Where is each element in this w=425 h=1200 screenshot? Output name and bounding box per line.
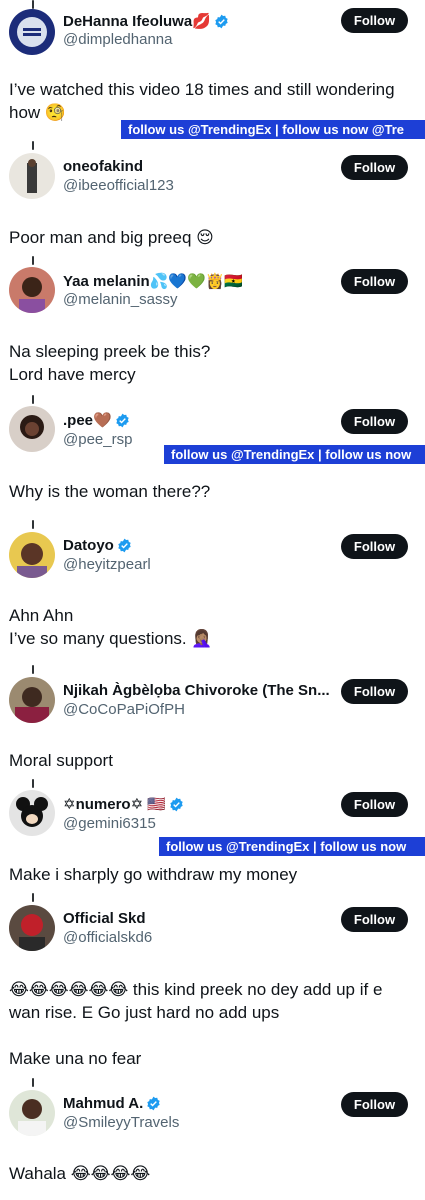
tweet-text: Make i sharply go withdraw my money	[9, 865, 298, 884]
verified-badge-icon	[116, 413, 129, 427]
follow-button[interactable]: Follow	[341, 679, 408, 704]
display-name[interactable]: ✡numero✡ 🇺🇸	[63, 795, 184, 813]
tweet-text: Wahala 😂😂😂😂	[9, 1164, 151, 1183]
promo-banner: follow us @TrendingEx | follow us now	[164, 445, 425, 464]
verified-badge-icon	[118, 538, 131, 553]
follow-button[interactable]: Follow	[341, 907, 408, 932]
thread-line	[32, 665, 34, 674]
tweet-text: I’ve watched this video 18 times and sti…	[9, 80, 395, 122]
follow-button[interactable]: Follow	[341, 8, 408, 33]
display-name[interactable]: Mahmud A.	[63, 1095, 161, 1112]
verified-badge-icon	[170, 797, 183, 811]
user-handle[interactable]: @gemini6315	[63, 815, 156, 832]
verified-badge-icon	[147, 1096, 160, 1111]
follow-button[interactable]: Follow	[341, 1092, 408, 1117]
avatar[interactable]	[9, 1090, 55, 1136]
user-handle[interactable]: @ibeeofficial123	[63, 177, 174, 194]
tweet-text: Na sleeping preek be this? Lord have mer…	[9, 342, 211, 384]
user-handle[interactable]: @heyitzpearl	[63, 556, 151, 573]
promo-banner: follow us @TrendingEx | follow us now @T…	[121, 120, 425, 139]
avatar[interactable]	[9, 153, 55, 199]
user-handle[interactable]: @officialskd6	[63, 929, 152, 946]
tweet-text: Poor man and big preeq 😌	[9, 228, 214, 247]
user-handle[interactable]: @CoCoPaPiOfPH	[63, 701, 185, 718]
display-name[interactable]: Official Skd	[63, 910, 146, 927]
tweet-text: 😂😂😂😂😂😂 this kind preek no dey add up if …	[9, 980, 383, 1068]
avatar[interactable]	[9, 677, 55, 723]
follow-button[interactable]: Follow	[341, 792, 408, 817]
follow-button[interactable]: Follow	[341, 155, 408, 180]
follow-button[interactable]: Follow	[341, 534, 408, 559]
thread-line	[32, 520, 34, 529]
tweet-text: Moral support	[9, 751, 113, 770]
avatar[interactable]	[9, 406, 55, 452]
display-name-text: .pee🤎	[63, 412, 112, 429]
thread-line	[32, 141, 34, 150]
user-handle[interactable]: @melanin_sassy	[63, 291, 177, 308]
display-name-text: Njikah Àgbèlọba Chivoroke (The Sn...	[63, 682, 330, 699]
tweet-text: Why is the woman there??	[9, 482, 211, 501]
display-name-text: ✡numero✡ 🇺🇸	[63, 796, 166, 813]
thread-line	[32, 893, 34, 902]
avatar[interactable]	[9, 790, 55, 836]
user-handle[interactable]: @dimpledhanna	[63, 31, 172, 48]
user-handle[interactable]: @SmileyyTravels	[63, 1114, 179, 1131]
display-name-text: Mahmud A.	[63, 1095, 144, 1112]
display-name-text: Yaa melanin💦💙💚👸🇬🇭	[63, 273, 244, 290]
verified-badge-icon	[215, 14, 228, 28]
display-name-text: Datoyo	[63, 537, 114, 554]
tweet-text: Ahn Ahn I’ve so many questions. 🤦🏽‍♀️	[9, 606, 213, 648]
display-name-text: DeHanna Ifeoluwa💋	[63, 13, 211, 30]
thread-line	[32, 256, 34, 265]
thread-line	[32, 395, 34, 404]
display-name-text: oneofakind	[63, 158, 144, 175]
follow-button[interactable]: Follow	[341, 409, 408, 434]
display-name[interactable]: Yaa melanin💦💙💚👸🇬🇭	[63, 272, 243, 290]
thread-line	[32, 779, 34, 788]
display-name[interactable]: Njikah Àgbèlọba Chivoroke (The Sn...	[63, 682, 330, 699]
display-name[interactable]: oneofakind	[63, 158, 143, 175]
avatar[interactable]	[9, 9, 55, 55]
display-name[interactable]: .pee🤎	[63, 411, 130, 429]
user-handle[interactable]: @pee_rsp	[63, 431, 132, 448]
promo-banner: follow us @TrendingEx | follow us now	[159, 837, 425, 856]
avatar[interactable]	[9, 267, 55, 313]
thread-line	[32, 0, 34, 9]
display-name[interactable]: DeHanna Ifeoluwa💋	[63, 12, 229, 30]
avatar[interactable]	[9, 905, 55, 951]
display-name-text: Official Skd	[63, 910, 146, 927]
display-name[interactable]: Datoyo	[63, 537, 132, 554]
follow-button[interactable]: Follow	[341, 269, 408, 294]
avatar[interactable]	[9, 532, 55, 578]
thread-line	[32, 1078, 34, 1087]
